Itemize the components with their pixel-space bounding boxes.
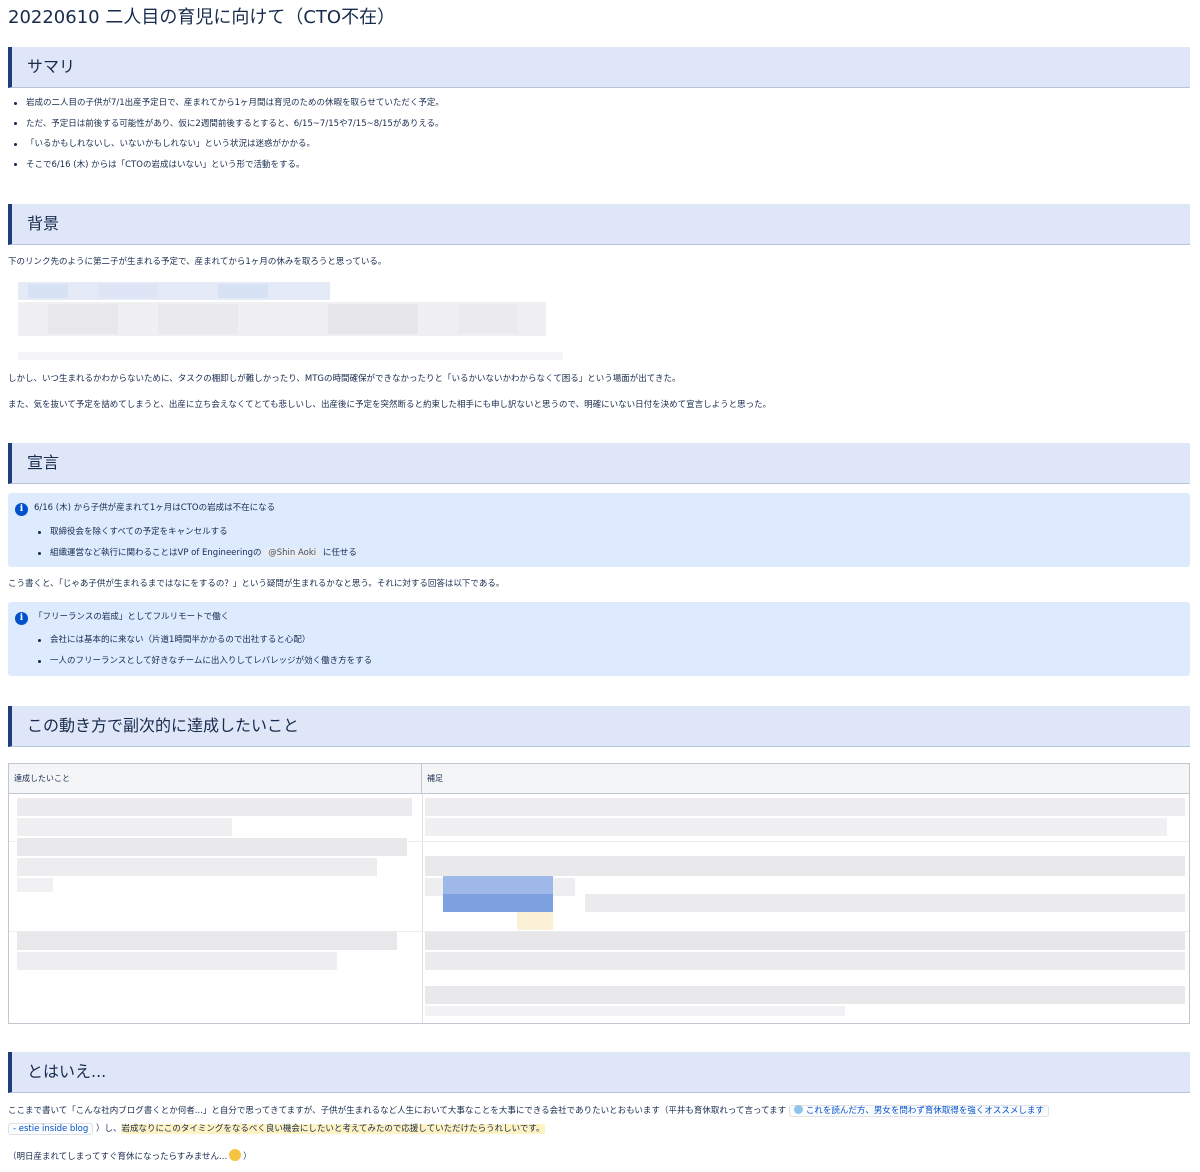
goals-table: 達成したいこと 補足 [8,763,1190,1024]
list-item: 「いるかもしれないし、いないかもしれない」という状況は迷惑がかかる。 [14,138,444,159]
info-panel-title: 「フリーランスの岩成」としてフルリモートで働く [34,612,230,622]
column-divider [422,794,423,1023]
however-paragraph: ここまで書いて「こんな社内ブログ書くとか何者...」と自分で思ってきてますが、子… [8,1105,1049,1117]
declaration-paragraph: こう書くと、「じゃあ子供が生まれるまではなにをするの？」という疑問が生まれるかな… [8,579,505,589]
section-header-declaration: 宣言 [8,443,1190,484]
paragraph-text: ）し、 [93,1124,122,1134]
section-heading: この動き方で副次的に達成したいこと [27,716,300,735]
info-panel-list: 取締役会を除くすべての予定をキャンセルする 組織運営など執行に関わることはVP … [38,526,357,568]
confluence-page: 20220610 二人目の育児に向けて（CTO不在） サマリ 岩成の二人目の子供… [0,0,1200,1172]
background-paragraph: また、気を抜いて予定を詰めてしまうと、出産に立ち会えなくてとても悲しいし、出産後… [8,400,772,410]
sweat-smile-emoji-icon [229,1149,242,1161]
section-heading: とはいえ... [27,1062,107,1081]
info-panel-title: 6/16 (木) から子供が産まれて1ヶ月はCTOの岩成は不在になる [34,503,276,513]
summary-list: 岩成の二人目の子供が7/1出産予定日で、産まれてから1ヶ月間は育児のための休暇を… [14,97,444,179]
info-panel-list: 会社には基本的に来ない（片道1時間半かかるので出社すると心配） 一人のフリーラン… [38,634,372,676]
section-heading: 宣言 [27,453,60,472]
list-item: 取締役会を除くすべての予定をキャンセルする [38,526,357,547]
page-title: 20220610 二人目の育児に向けて（CTO不在） [8,7,396,28]
table-header-note: 補足 [422,764,1189,794]
info-panel: i 6/16 (木) から子供が産まれて1ヶ月はCTOの岩成は不在になる 取締役… [8,493,1190,567]
list-item: ただ、予定日は前後する可能性があり、仮に2週間前後するとすると、6/15~7/1… [14,118,444,139]
paragraph-text: ここまで書いて「こんな社内ブログ書くとか何者...」と自分で思ってきてますが、子… [8,1106,789,1116]
blog-link-continued[interactable]: - estie inside blog [8,1123,94,1135]
section-heading: 背景 [27,214,60,233]
list-item-text: 組織運営など執行に関わることはVP of Engineeringの [50,548,265,558]
section-header-goals: この動き方で副次的に達成したいこと [8,706,1190,747]
paragraph-text: （明日産まれてしまってすぐ育休になったらすみません... [8,1152,228,1162]
redacted-cell [17,798,417,1020]
list-item: そこで6/16 (木) からは「CTOの岩成はいない」という形で活動をする。 [14,159,444,180]
highlighted-text: 岩成なりにこのタイミングをなるべく良い機会にしたいと考えてみたので応援していただ… [121,1124,545,1134]
list-item: 会社には基本的に来ない（片道1時間半かかるので出社すると心配） [38,634,372,655]
list-item: 一人のフリーランスとして好きなチームに出入りしてレバレッジが効く働き方をする [38,655,372,676]
info-circle-icon: i [15,503,28,516]
however-paragraph: （明日産まれてしまってすぐ育休になったらすみません... ） [8,1149,252,1163]
user-mention[interactable]: @Shin Aoki [264,548,321,558]
list-item: 岩成の二人目の子供が7/1出産予定日で、産まれてから1ヶ月間は育児のための休暇を… [14,97,444,118]
section-header-background: 背景 [8,204,1190,245]
section-heading: サマリ [27,57,76,76]
blog-link-text[interactable]: これを読んだ方、男女を問わず育休取得を強くオススメします [806,1106,1044,1116]
however-paragraph: - estie inside blog ）し、岩成なりにこのタイミングをなるべく… [8,1123,545,1135]
blog-link[interactable]: これを読んだ方、男女を問わず育休取得を強くオススメします [788,1105,1049,1117]
info-panel: i 「フリーランスの岩成」としてフルリモートで働く 会社には基本的に来ない（片道… [8,602,1190,676]
blog-favicon-icon [793,1105,803,1114]
table-header-goal: 達成したいこと [9,764,422,794]
paragraph-text: ） [243,1152,252,1162]
redacted-cell [425,798,1187,1020]
list-item-text: に任せる [320,548,357,558]
info-circle-icon: i [15,612,28,625]
section-header-summary: サマリ [8,47,1190,88]
background-paragraph: しかし、いつ生まれるかわからないために、タスクの棚卸しが難しかったり、MTGの時… [8,374,681,384]
background-paragraph: 下のリンク先のように第二子が生まれる予定で、産まれてから1ヶ月の休みを取ろうと思… [8,257,387,267]
section-header-however: とはいえ... [8,1052,1190,1093]
redacted-link-preview[interactable] [8,276,568,362]
list-item: 組織運営など執行に関わることはVP of Engineeringの @Shin … [38,547,357,568]
